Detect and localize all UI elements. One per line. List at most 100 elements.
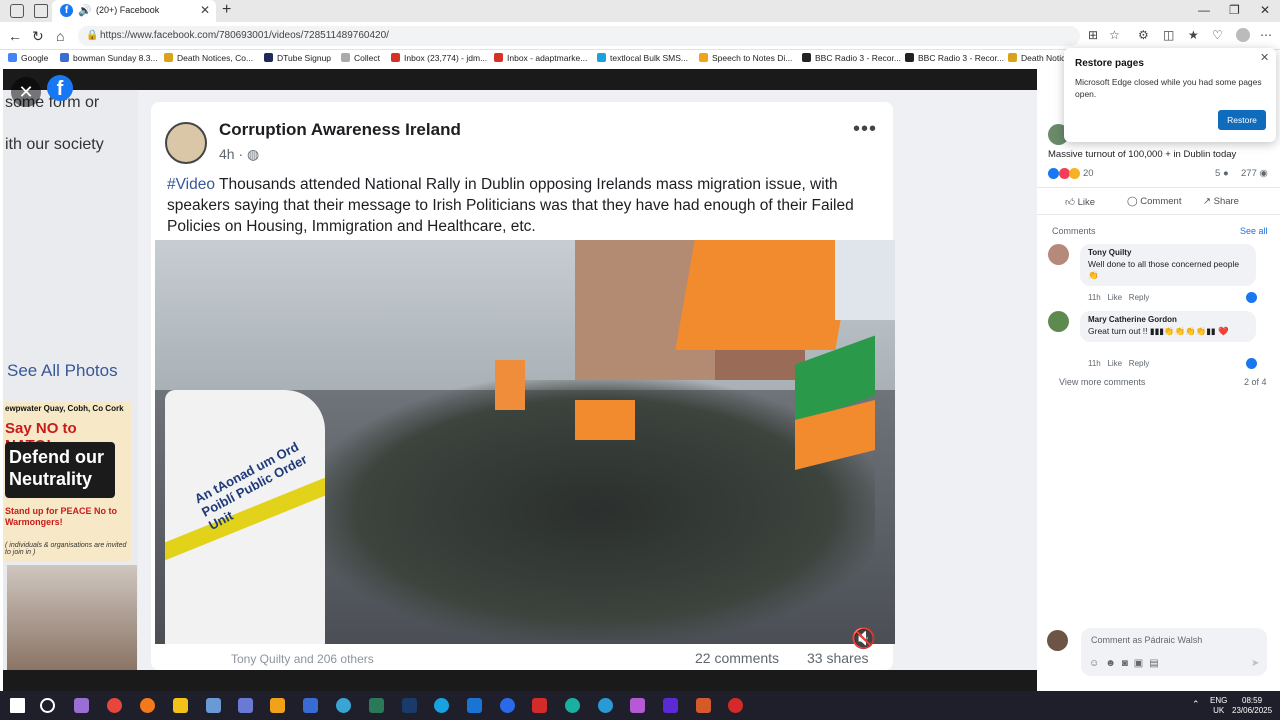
bookmark-item[interactable]: Collect xyxy=(341,53,380,63)
comment-like-badge-icon xyxy=(1246,292,1257,303)
windows-taskbar: ⌃ ENG UK 08:59 23/06/2025 xyxy=(0,691,1280,720)
more-menu-icon[interactable]: ⋯ xyxy=(1260,28,1272,42)
bookmark-item[interactable]: bowman Sunday 8.3... xyxy=(60,53,158,63)
bookmark-item[interactable]: textlocal Bulk SMS... xyxy=(597,53,688,63)
back-button[interactable]: ← xyxy=(8,28,22,44)
like-button[interactable]: 👍︎ Like xyxy=(1065,196,1095,208)
minimize-button[interactable]: — xyxy=(1198,3,1210,17)
bookmark-item[interactable]: Death Notices, Co... xyxy=(164,53,253,63)
app-icon[interactable] xyxy=(336,698,351,713)
split-screen-icon[interactable]: ◫ xyxy=(1163,28,1174,42)
favorites-icon[interactable]: ★ xyxy=(1188,28,1199,42)
profile-avatar[interactable] xyxy=(1236,28,1250,42)
app-icon[interactable] xyxy=(696,698,711,713)
tab-title: (20+) Facebook xyxy=(96,5,160,15)
tab-actions-icon[interactable] xyxy=(34,4,48,18)
sidebar-comment-count[interactable]: 5 ● xyxy=(1215,168,1229,179)
comment-reply-link[interactable]: Reply xyxy=(1129,293,1149,302)
edge-icon[interactable] xyxy=(565,698,580,713)
close-viewer-button[interactable]: ✕ xyxy=(11,77,41,107)
tab-facebook[interactable]: f 🔊 (20+) Facebook ✕ xyxy=(52,0,216,22)
windows-start-icon[interactable] xyxy=(10,698,25,713)
firefox-icon[interactable] xyxy=(140,698,155,713)
address-bar[interactable]: 🔒 https://www.facebook.com/780693001/vid… xyxy=(78,26,1080,46)
search-icon[interactable] xyxy=(40,698,55,713)
neutrality-poster: ewpwater Quay, Cobh, Co Cork Say NO to N… xyxy=(3,402,131,562)
refresh-button[interactable]: ↻ xyxy=(32,28,44,45)
facebook-logo-icon[interactable]: f xyxy=(47,75,73,101)
favorite-star-icon[interactable]: ☆ xyxy=(1109,28,1120,42)
app-icon[interactable] xyxy=(270,698,285,713)
close-popup-icon[interactable]: ✕ xyxy=(1260,51,1269,64)
comment-reply-link[interactable]: Reply xyxy=(1129,359,1149,368)
bookmark-item[interactable]: Inbox - adaptmarke... xyxy=(494,53,587,63)
app-icon[interactable] xyxy=(369,698,384,713)
extensions-icon[interactable]: ⚙ xyxy=(1138,28,1149,42)
comment-text: Well done to all those concerned people … xyxy=(1088,259,1240,280)
video-frame: some form or ith our society See All Pho… xyxy=(3,90,1037,670)
see-all-link[interactable]: See all xyxy=(1240,226,1268,236)
bookmark-item[interactable]: Death Notic xyxy=(1008,53,1065,63)
audio-playing-icon[interactable]: 🔊 xyxy=(78,4,92,17)
restore-window-button[interactable]: ❐ xyxy=(1229,3,1240,17)
opera-icon[interactable] xyxy=(728,698,743,713)
app-icon[interactable] xyxy=(74,698,89,713)
new-tab-button[interactable]: + xyxy=(222,1,231,19)
bookmark-item[interactable]: Google xyxy=(8,53,48,63)
comment-time: 11h xyxy=(1088,293,1101,302)
bookmark-item[interactable]: BBC Radio 3 - Recor... xyxy=(802,53,901,63)
view-more-comments-link[interactable]: View more comments xyxy=(1059,377,1145,387)
app-icon[interactable] xyxy=(238,698,253,713)
reaction-count[interactable]: 20 xyxy=(1083,168,1094,179)
comment-like-badge-icon xyxy=(1246,358,1257,369)
file-explorer-icon[interactable] xyxy=(173,698,188,713)
site-info-icon[interactable]: 🔒 xyxy=(86,30,98,41)
comment-like-link[interactable]: Like xyxy=(1107,293,1122,302)
tray-overflow-icon[interactable]: ⌃ xyxy=(1192,699,1200,710)
comment-like-link[interactable]: Like xyxy=(1107,359,1122,368)
user-avatar xyxy=(1047,630,1068,651)
zoom-icon[interactable] xyxy=(500,698,515,713)
clock[interactable]: 08:59 23/06/2025 xyxy=(1232,696,1272,716)
video-player[interactable]: some form or ith our society See All Pho… xyxy=(3,69,1037,691)
photoshop-icon[interactable] xyxy=(402,698,417,713)
bookmark-item[interactable]: BBC Radio 3 - Recor... xyxy=(905,53,1004,63)
commenter-avatar[interactable] xyxy=(1048,311,1069,332)
bookmark-item[interactable]: DTube Signup xyxy=(264,53,331,63)
close-tab-icon[interactable]: ✕ xyxy=(200,3,210,17)
close-window-button[interactable]: ✕ xyxy=(1260,3,1270,17)
acrobat-icon[interactable] xyxy=(532,698,547,713)
bookmark-item[interactable]: Speech to Notes Di... xyxy=(699,53,792,63)
comment-meta: 11h Like Reply xyxy=(1088,293,1149,302)
composer-tool-icons[interactable]: ☺☻◙▣▤ xyxy=(1089,658,1165,669)
app-icon[interactable] xyxy=(663,698,678,713)
send-icon[interactable]: ➤ xyxy=(1251,658,1259,669)
browser-essentials-icon[interactable]: ♡ xyxy=(1212,28,1223,42)
bookmark-item[interactable]: Inbox (23,774) - jdm... xyxy=(391,53,487,63)
chrome-icon[interactable] xyxy=(107,698,122,713)
post-text: #Video Thousands attended National Rally… xyxy=(167,174,867,237)
post-actions: 👍︎ Like ◯ Comment ↗ Share xyxy=(1037,187,1280,215)
comment-input[interactable]: Comment as Pádraic Walsh ☺☻◙▣▤ ➤ xyxy=(1081,628,1267,676)
language-indicator[interactable]: ENG UK xyxy=(1210,696,1227,716)
comment-button[interactable]: ◯ Comment xyxy=(1127,196,1181,207)
workspaces-icon[interactable] xyxy=(10,4,24,18)
share-button[interactable]: ↗ Share xyxy=(1203,196,1239,207)
eye-icon: ◉ xyxy=(1259,168,1268,179)
edge-legacy-icon[interactable] xyxy=(467,698,482,713)
skype-icon[interactable] xyxy=(434,698,449,713)
poster-location: ewpwater Quay, Cobh, Co Cork xyxy=(5,404,124,413)
app-icon[interactable] xyxy=(303,698,318,713)
mute-icon[interactable]: 🔇 xyxy=(851,626,876,651)
restore-button[interactable]: Restore xyxy=(1218,110,1266,130)
page-name: Corruption Awareness Ireland xyxy=(219,120,461,139)
commenter-avatar[interactable] xyxy=(1048,244,1069,265)
commenter-name[interactable]: Mary Catherine Gordon xyxy=(1088,315,1248,324)
app-icon[interactable] xyxy=(630,698,645,713)
app-available-icon[interactable]: ⊞ xyxy=(1088,28,1098,42)
telegram-icon[interactable] xyxy=(598,698,613,713)
app-icon[interactable] xyxy=(206,698,221,713)
commenter-name[interactable]: Tony Quilty xyxy=(1088,248,1248,257)
reaction-icons[interactable] xyxy=(1048,168,1081,180)
home-button[interactable]: ⌂ xyxy=(56,28,64,44)
